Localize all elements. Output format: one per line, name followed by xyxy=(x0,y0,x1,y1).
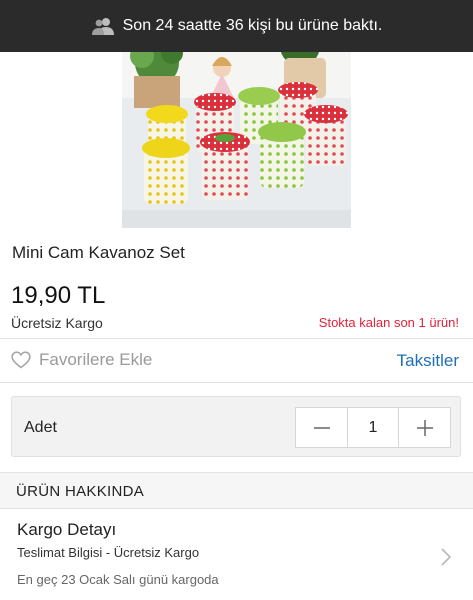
quantity-row: Adet 1 xyxy=(11,396,461,457)
cargo-date: En geç 23 Ocak Salı günü kargoda xyxy=(17,572,219,587)
cargo-subtitle: Teslimat Bilgisi - Ücretsiz Kargo xyxy=(17,545,200,560)
product-title: Mini Cam Kavanoz Set xyxy=(12,243,185,262)
add-to-favorites-button[interactable]: Favorilere Ekle xyxy=(11,350,152,370)
quantity-label: Adet xyxy=(24,419,57,436)
section-title: ÜRÜN HAKKINDA xyxy=(16,483,145,500)
product-price: 19,90 TL xyxy=(11,282,106,309)
heart-icon xyxy=(11,351,31,369)
cargo-details-row[interactable]: Kargo Detayı Teslimat Bilgisi - Ücretsiz… xyxy=(0,510,473,600)
product-page: Son 24 saatte 36 kişi bu ürüne baktı. Mi… xyxy=(0,0,473,600)
chevron-right-icon xyxy=(441,548,452,571)
view-count-text: Son 24 saatte 36 kişi bu ürüne baktı. xyxy=(122,17,383,34)
quantity-value[interactable]: 1 xyxy=(347,408,399,447)
cargo-title: Kargo Detayı xyxy=(17,520,117,539)
installments-link[interactable]: Taksitler xyxy=(397,351,459,371)
increase-quantity-button[interactable] xyxy=(399,408,450,447)
decrease-quantity-button[interactable] xyxy=(296,408,347,447)
product-image[interactable] xyxy=(122,38,351,228)
people-icon xyxy=(91,17,115,35)
stock-warning: Stokta kalan son 1 ürün! xyxy=(318,315,459,330)
about-product-header: ÜRÜN HAKKINDA xyxy=(0,472,473,509)
favorites-label: Favorilere Ekle xyxy=(39,350,153,369)
minus-icon xyxy=(313,426,330,429)
quantity-stepper: 1 xyxy=(295,407,451,448)
divider xyxy=(0,382,473,383)
divider xyxy=(0,338,473,339)
view-count-banner: Son 24 saatte 36 kişi bu ürüne baktı. xyxy=(0,0,473,52)
plus-icon xyxy=(416,419,433,436)
shipping-info: Ücretsiz Kargo xyxy=(11,315,103,331)
